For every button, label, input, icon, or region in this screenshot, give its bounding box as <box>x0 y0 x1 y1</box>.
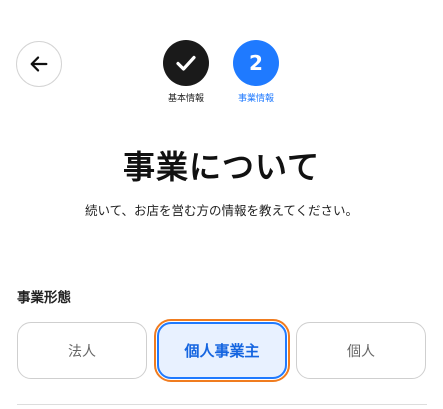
step-label: 事業情報 <box>237 94 274 104</box>
step-completed-indicator <box>163 40 209 86</box>
option-sole-proprietor[interactable]: 個人事業主 <box>154 319 290 382</box>
back-button[interactable] <box>16 41 62 87</box>
page-subtitle: 続いて、お店を営む方の情報を教えてください。 <box>84 203 358 218</box>
business-type-label: 事業形態 <box>17 290 71 306</box>
step-basic-info: 基本情報 <box>156 40 216 104</box>
check-icon <box>176 55 196 71</box>
step-business-info: 2 事業情報 <box>226 40 286 104</box>
business-info-page: 基本情報 2 事業情報 事業について 続いて、お店を営む方の情報を教えてください… <box>0 0 443 409</box>
arrow-left-icon <box>30 56 48 72</box>
divider <box>17 404 427 405</box>
page-title: 事業について <box>122 148 321 186</box>
option-corporation[interactable]: 法人 <box>17 322 147 379</box>
step-label: 基本情報 <box>167 94 204 104</box>
step-number: 2 <box>233 40 279 86</box>
option-individual[interactable]: 個人 <box>296 322 426 379</box>
